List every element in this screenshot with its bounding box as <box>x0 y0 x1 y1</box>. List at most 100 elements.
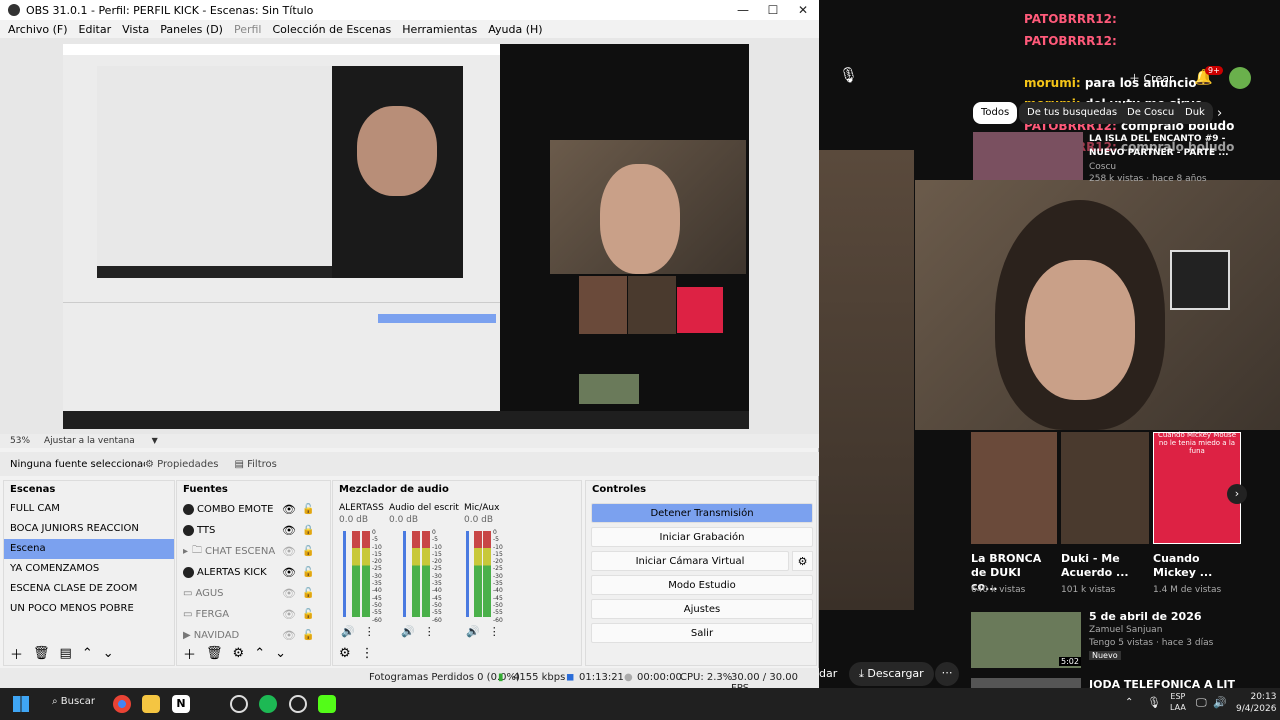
next-arrow-icon[interactable]: › <box>1227 484 1247 504</box>
maximize-button[interactable]: ☐ <box>758 0 788 20</box>
windows-start-icon[interactable] <box>13 696 29 712</box>
more-icon[interactable]: ⋯ <box>935 662 959 686</box>
menu-editar[interactable]: Editar <box>79 23 112 36</box>
menu-perfil[interactable]: Perfil <box>234 23 262 36</box>
preview-area[interactable] <box>0 38 819 434</box>
lock-icon[interactable]: 🔓 <box>302 504 314 515</box>
source-group[interactable]: ▸ 🗀 CHAT ESCENA 👁 🔓 <box>177 541 330 562</box>
close-button[interactable]: ✕ <box>788 0 818 20</box>
properties-button[interactable]: ⚙ Propiedades <box>145 459 218 470</box>
video-thumbnail[interactable] <box>973 132 1083 180</box>
expand-icon[interactable]: ▸ <box>183 546 188 557</box>
volume-slider[interactable] <box>466 531 469 617</box>
download-button[interactable]: ⤓ Descargar <box>849 662 934 686</box>
chatgpt-icon[interactable] <box>230 695 248 713</box>
mic-tray-icon[interactable]: 🎙 <box>1147 696 1161 709</box>
menu-herramientas[interactable]: Herramientas <box>402 23 477 36</box>
source-item[interactable]: ▭ AGUS 👁 🔓 <box>177 583 330 604</box>
speaker-icon[interactable]: 🔊 <box>466 625 480 638</box>
menu-ayuda[interactable]: Ayuda (H) <box>488 23 542 36</box>
source-item[interactable]: TTS 👁 🔒 <box>177 520 330 541</box>
scene-item-selected[interactable]: Escena <box>4 539 174 559</box>
stop-stream-button[interactable]: Detener Transmisión <box>591 503 813 523</box>
kick-icon[interactable] <box>318 695 336 713</box>
advanced-audio-button[interactable]: ⚙ <box>339 646 351 661</box>
source-item[interactable]: COMBO EMOTE 👁 🔓 <box>177 499 330 520</box>
chrome-icon[interactable] <box>113 695 131 713</box>
hidden-icon[interactable]: 👁 <box>282 608 296 621</box>
file-explorer-icon[interactable] <box>142 695 160 713</box>
scene-filters-button[interactable]: ▤ <box>60 646 72 661</box>
scene-item[interactable]: UN POCO MENOS POBRE <box>4 599 174 619</box>
source-item[interactable]: ▭ FERGA 👁 🔓 <box>177 604 330 625</box>
kebab-menu-icon[interactable]: ⋮ <box>424 625 435 638</box>
short-thumbnail[interactable] <box>971 432 1057 544</box>
short-title[interactable]: Cuando Mickey ... <box>1153 552 1225 580</box>
notion-icon[interactable]: N <box>172 695 190 713</box>
speaker-icon[interactable]: 🔊 <box>401 625 415 638</box>
visibility-icon[interactable]: 👁 <box>282 566 296 579</box>
lock-icon[interactable]: 🔓 <box>302 546 314 557</box>
add-source-button[interactable]: ＋ <box>183 644 196 663</box>
hidden-icon[interactable]: 👁 <box>282 587 296 600</box>
studio-mode-button[interactable]: Modo Estudio <box>591 575 813 595</box>
zoom-mode-select[interactable]: Ajustar a la ventana ▼ <box>44 436 172 446</box>
lock-icon[interactable]: 🔓 <box>302 609 314 620</box>
preview-canvas[interactable] <box>63 44 749 429</box>
scene-item[interactable]: BOCA JUNIORS REACCION <box>4 519 174 539</box>
video-title[interactable]: LA ISLA DEL ENCANTO #9 - NUEVO PARTNER -… <box>1089 132 1229 160</box>
menu-coleccion[interactable]: Colección de Escenas <box>273 23 392 36</box>
network-icon[interactable]: 🖵 <box>1196 696 1207 710</box>
filters-button[interactable]: ▤ Filtros <box>234 459 276 470</box>
kebab-menu-icon[interactable]: ⋮ <box>361 646 374 661</box>
video-title[interactable]: JODA TELEFONICA A LIT <box>1089 678 1235 688</box>
exit-button[interactable]: Salir <box>591 623 813 643</box>
speaker-icon[interactable]: 🔊 <box>341 625 355 638</box>
visibility-icon[interactable]: 👁 <box>282 503 296 516</box>
menu-paneles[interactable]: Paneles (D) <box>160 23 223 36</box>
virtual-camera-settings-icon[interactable]: ⚙ <box>792 551 813 571</box>
chip-duki[interactable]: Duk <box>1177 102 1213 124</box>
create-button[interactable]: ＋ Crear <box>1129 70 1174 86</box>
scene-item[interactable]: YA COMENZAMOS <box>4 559 174 579</box>
video-thumbnail[interactable] <box>971 678 1081 688</box>
remove-scene-button[interactable]: 🗑 <box>33 646 50 661</box>
move-up-button[interactable]: ⌃ <box>82 646 93 661</box>
short-title[interactable]: Duki - Me Acuerdo ... <box>1061 552 1133 580</box>
kebab-menu-icon[interactable]: ⋮ <box>489 625 500 638</box>
move-down-button[interactable]: ⌄ <box>103 646 114 661</box>
source-settings-button[interactable]: ⚙ <box>233 646 245 661</box>
chip-todos[interactable]: Todos <box>973 102 1018 124</box>
start-recording-button[interactable]: Iniciar Grabación <box>591 527 813 547</box>
chip-coscu[interactable]: De Coscu <box>1119 102 1183 124</box>
lock-icon[interactable]: 🔓 <box>302 630 314 641</box>
avatar[interactable] <box>1229 67 1251 89</box>
virtual-camera-button[interactable]: Iniciar Cámara Virtual <box>591 551 789 571</box>
hidden-icon[interactable]: 👁 <box>282 545 296 558</box>
visibility-icon[interactable]: 👁 <box>282 524 296 537</box>
obs-taskbar-icon[interactable] <box>289 695 307 713</box>
clock[interactable]: 20:13 9/4/2026 <box>1236 691 1276 715</box>
add-scene-button[interactable]: ＋ <box>10 644 23 663</box>
menu-vista[interactable]: Vista <box>122 23 149 36</box>
scene-item[interactable]: FULL CAM <box>4 499 174 519</box>
language-indicator[interactable]: ESP LAA <box>1170 691 1186 713</box>
lock-icon[interactable]: 🔒 <box>302 525 314 536</box>
share-partial[interactable]: dar <box>819 667 837 680</box>
short-thumbnail[interactable] <box>1061 432 1149 544</box>
taskbar-search[interactable]: ⌕ Buscar <box>52 696 95 707</box>
lock-icon[interactable]: 🔓 <box>302 567 314 578</box>
mic-icon[interactable]: 🎙 <box>839 66 858 84</box>
move-down-button[interactable]: ⌄ <box>275 646 286 661</box>
volume-slider[interactable] <box>403 531 406 617</box>
minimize-button[interactable]: — <box>728 0 758 20</box>
scene-item[interactable]: ESCENA CLASE DE ZOOM <box>4 579 174 599</box>
tray-chevron-icon[interactable]: ⌃ <box>1125 697 1133 708</box>
source-item[interactable]: ALERTAS KICK 👁 🔓 <box>177 562 330 583</box>
volume-icon[interactable]: 🔊 <box>1213 696 1227 709</box>
lock-icon[interactable]: 🔓 <box>302 588 314 599</box>
settings-button[interactable]: Ajustes <box>591 599 813 619</box>
kebab-menu-icon[interactable]: ⋮ <box>364 625 375 638</box>
chip-busquedas[interactable]: De tus busquedas <box>1019 102 1126 124</box>
menu-archivo[interactable]: Archivo (F) <box>8 23 68 36</box>
